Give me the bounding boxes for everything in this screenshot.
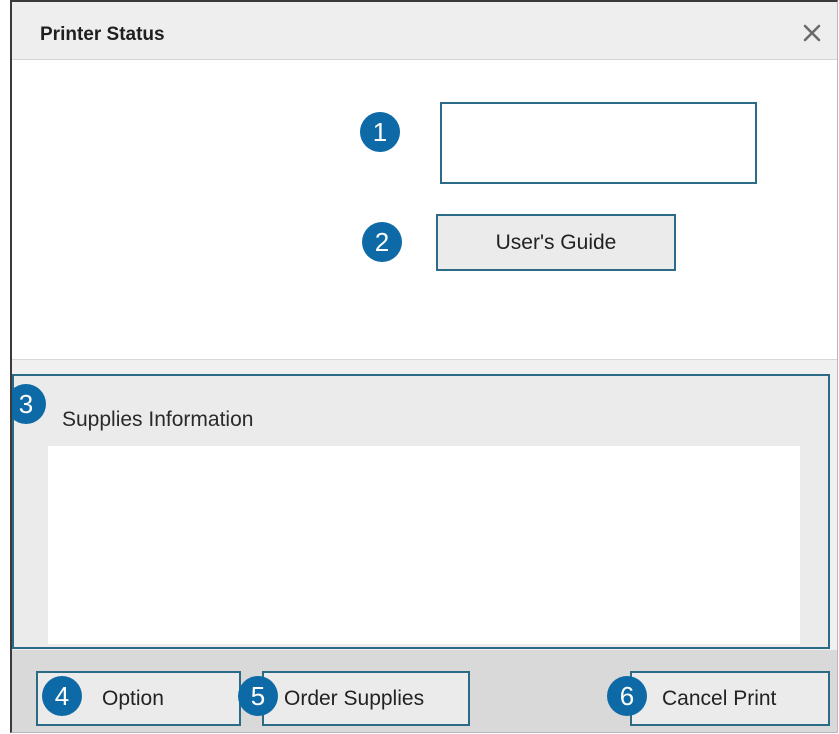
callout-badge-4: 4	[42, 676, 82, 716]
cancel-print-button[interactable]: Cancel Print	[630, 671, 830, 726]
callout-badge-1: 1	[360, 112, 400, 152]
callout-badge-6: 6	[607, 676, 647, 716]
window-title: Printer Status	[40, 24, 165, 45]
printer-info-area: 1 2 User's Guide	[12, 60, 837, 360]
close-button[interactable]	[797, 18, 827, 48]
callout-badge-2: 2	[362, 222, 402, 262]
supplies-information-label: Supplies Information	[62, 408, 254, 431]
order-supplies-button[interactable]: Order Supplies	[262, 671, 470, 726]
close-icon	[803, 24, 821, 42]
printer-status-window: Printer Status 1 2 User's Guide Supplies…	[10, 0, 838, 733]
supplies-section: Supplies Information 3	[12, 360, 837, 650]
title-bar: Printer Status	[12, 2, 837, 60]
supplies-information-content	[48, 446, 800, 644]
status-display-box	[440, 102, 757, 184]
callout-badge-5: 5	[238, 676, 278, 716]
button-bar: Option Order Supplies Cancel Print 4 5 6	[12, 650, 837, 732]
supplies-information-panel: Supplies Information	[12, 374, 830, 649]
users-guide-button[interactable]: User's Guide	[436, 214, 676, 271]
